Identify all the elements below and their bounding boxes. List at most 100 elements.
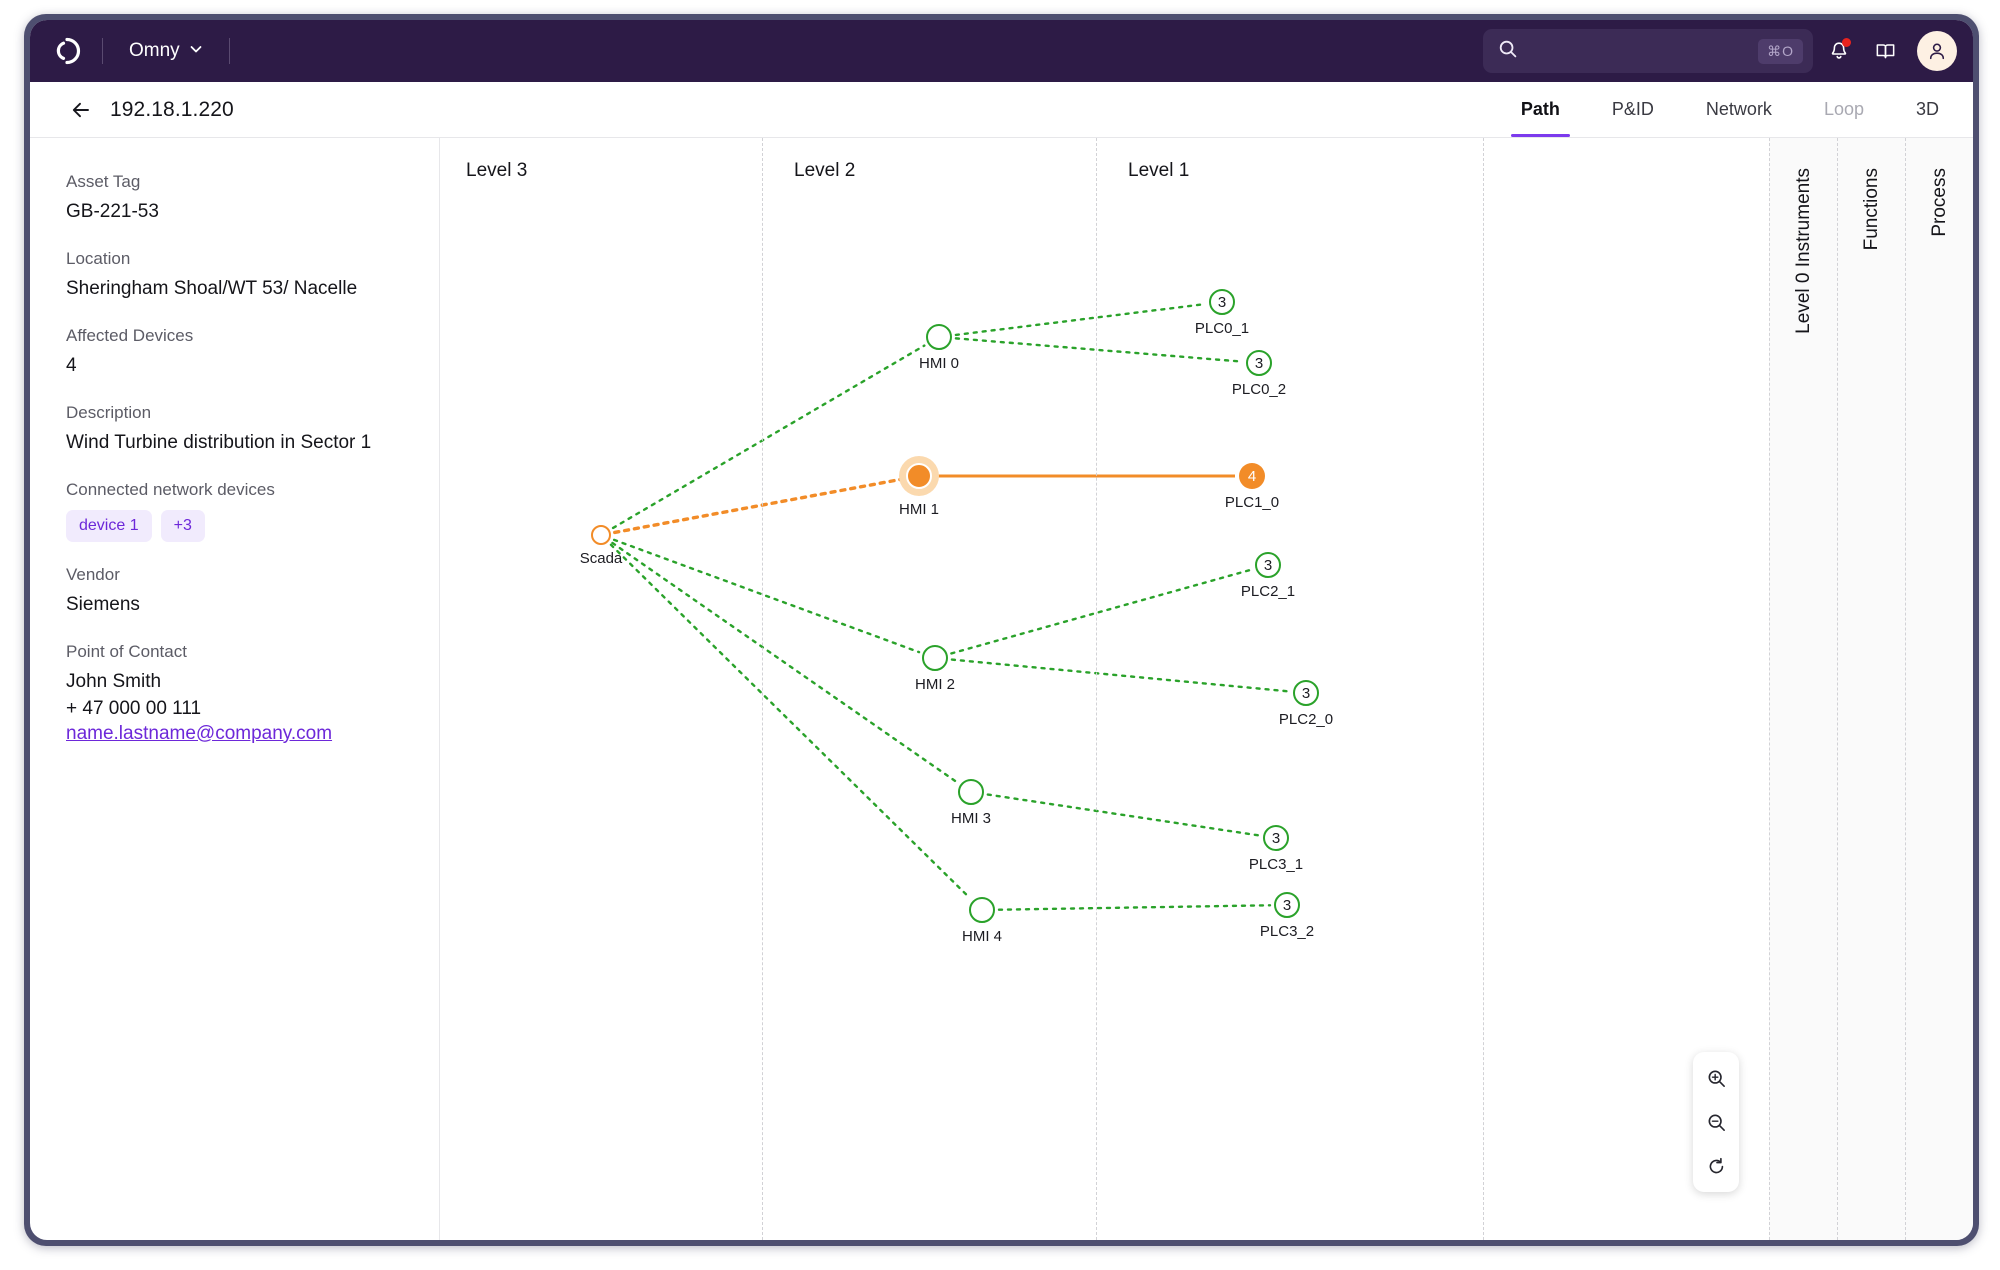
- field-value: 4: [66, 353, 409, 380]
- node-label: PLC3_1: [1249, 856, 1303, 873]
- level-header-level-3: Level 3: [466, 160, 527, 182]
- node-plc0_2[interactable]: 3PLC0_2: [1246, 350, 1272, 376]
- level-header-level-2: Level 2: [794, 160, 855, 182]
- back-arrow-icon[interactable]: [66, 95, 96, 125]
- tab-p-id[interactable]: P&ID: [1594, 82, 1672, 137]
- panel-label: Level 0 Instruments: [1793, 168, 1815, 334]
- node-hmi4[interactable]: HMI 4: [969, 897, 995, 923]
- field-value: Wind Turbine distribution in Sector 1: [66, 430, 409, 457]
- contact-phone: + 47 000 00 111: [66, 696, 409, 723]
- topbar-divider-1: [102, 38, 103, 64]
- node-badge-count: 3: [1272, 830, 1280, 847]
- reset-view-icon[interactable]: [1697, 1147, 1735, 1185]
- edge-scada-to-hmi3: [612, 543, 957, 782]
- field-point-of-contact: Point of Contact John Smith + 47 000 00 …: [66, 642, 409, 745]
- device-chip-overflow[interactable]: +3: [161, 510, 205, 542]
- edge-hmi3-to-plc3_1: [988, 795, 1259, 836]
- field-value: Siemens: [66, 592, 409, 619]
- contact-email-link[interactable]: name.lastname@company.com: [66, 723, 332, 745]
- field-asset-tag: Asset Tag GB-221-53: [66, 172, 409, 226]
- edge-scada-to-hmi1: [615, 479, 903, 532]
- tab-loop[interactable]: Loop: [1806, 82, 1882, 137]
- node-marker: 4: [1239, 463, 1265, 489]
- node-label: HMI 3: [951, 810, 991, 827]
- column-divider: [762, 138, 763, 1240]
- node-marker: 3: [1293, 680, 1319, 706]
- search-bar[interactable]: ⌘O: [1483, 29, 1813, 73]
- collapsed-panels: Level 0 Instruments Functions Process: [1769, 138, 1973, 1240]
- collapsed-panel-process[interactable]: Process: [1905, 138, 1973, 1240]
- field-label: Location: [66, 249, 409, 269]
- zoom-controls: [1693, 1052, 1739, 1192]
- node-badge-count: 3: [1218, 294, 1226, 311]
- device-chip[interactable]: device 1: [66, 510, 152, 542]
- column-divider: [1483, 138, 1484, 1240]
- chevron-down-icon: [189, 40, 203, 62]
- notification-badge-dot: [1842, 38, 1851, 47]
- node-marker: [969, 897, 995, 923]
- node-marker: [958, 779, 984, 805]
- page-title: 192.18.1.220: [110, 98, 234, 122]
- node-hmi2[interactable]: HMI 2: [922, 645, 948, 671]
- graph-edges: [440, 138, 1769, 1240]
- omny-logo-icon[interactable]: [52, 36, 82, 66]
- panel-label: Functions: [1861, 168, 1883, 250]
- field-connected-devices: Connected network devices device 1 +3: [66, 480, 409, 542]
- node-badge-count: 3: [1302, 685, 1310, 702]
- node-plc2_0[interactable]: 3PLC2_0: [1293, 680, 1319, 706]
- node-badge-count: 4: [1248, 468, 1256, 485]
- edge-scada-to-hmi4: [611, 545, 970, 898]
- app-window: Omny ⌘O: [24, 14, 1979, 1246]
- workspace-switcher[interactable]: Omny: [123, 35, 209, 67]
- node-hmi3[interactable]: HMI 3: [958, 779, 984, 805]
- path-diagram[interactable]: Level 3 Level 2 Level 1 Scada HMI 0 HMI 1 HMI …: [440, 138, 1769, 1240]
- panel-label: Process: [1929, 168, 1951, 237]
- notifications-button[interactable]: [1819, 31, 1859, 71]
- search-input[interactable]: [1528, 42, 1748, 60]
- field-label: Affected Devices: [66, 326, 409, 346]
- edge-hmi2-to-plc2_0: [952, 660, 1289, 692]
- node-plc0_1[interactable]: 3PLC0_1: [1209, 289, 1235, 315]
- tab-network[interactable]: Network: [1688, 82, 1790, 137]
- node-hmi0[interactable]: HMI 0: [926, 324, 952, 350]
- field-value: GB-221-53: [66, 199, 409, 226]
- collapsed-panel-level-0-instruments[interactable]: Level 0 Instruments: [1769, 138, 1837, 1240]
- field-label: Vendor: [66, 565, 409, 585]
- node-scada[interactable]: Scada: [591, 525, 611, 545]
- level-header-level-1: Level 1: [1128, 160, 1189, 182]
- documentation-button[interactable]: [1865, 31, 1905, 71]
- collapsed-panel-functions[interactable]: Functions: [1837, 138, 1905, 1240]
- node-plc3_1[interactable]: 3PLC3_1: [1263, 825, 1289, 851]
- tab-3d[interactable]: 3D: [1898, 82, 1957, 137]
- node-label: HMI 4: [962, 928, 1002, 945]
- search-icon: [1498, 39, 1518, 64]
- node-marker: 3: [1274, 892, 1300, 918]
- field-affected-devices: Affected Devices 4: [66, 326, 409, 380]
- zoom-in-icon[interactable]: [1697, 1059, 1735, 1097]
- zoom-out-icon[interactable]: [1697, 1103, 1735, 1141]
- node-hmi1[interactable]: HMI 1: [899, 456, 939, 496]
- node-plc3_2[interactable]: 3PLC3_2: [1274, 892, 1300, 918]
- body-split: Asset Tag GB-221-53 Location Sheringham …: [30, 138, 1973, 1240]
- node-label: HMI 0: [919, 355, 959, 372]
- field-label: Point of Contact: [66, 642, 409, 662]
- node-label: PLC3_2: [1260, 923, 1314, 940]
- edge-hmi0-to-plc0_1: [956, 304, 1205, 335]
- node-label: PLC1_0: [1225, 494, 1279, 511]
- node-badge-count: 3: [1255, 355, 1263, 372]
- node-marker: [591, 525, 611, 545]
- field-vendor: Vendor Siemens: [66, 565, 409, 619]
- node-plc2_1[interactable]: 3PLC2_1: [1255, 552, 1281, 578]
- edge-hmi0-to-plc0_2: [956, 338, 1242, 361]
- connected-devices-chip-list: device 1 +3: [66, 510, 409, 542]
- node-badge-count: 3: [1283, 897, 1291, 914]
- node-plc1_0[interactable]: 4PLC1_0: [1239, 463, 1265, 489]
- field-value: Sheringham Shoal/WT 53/ Nacelle: [66, 276, 409, 303]
- edge-hmi2-to-plc2_1: [951, 570, 1251, 654]
- contact-name: John Smith: [66, 669, 409, 696]
- window-inner: Omny ⌘O: [30, 20, 1973, 1240]
- topbar-divider-2: [229, 38, 230, 64]
- field-location: Location Sheringham Shoal/WT 53/ Nacelle: [66, 249, 409, 303]
- tab-path[interactable]: Path: [1503, 82, 1578, 137]
- user-avatar[interactable]: [1917, 31, 1957, 71]
